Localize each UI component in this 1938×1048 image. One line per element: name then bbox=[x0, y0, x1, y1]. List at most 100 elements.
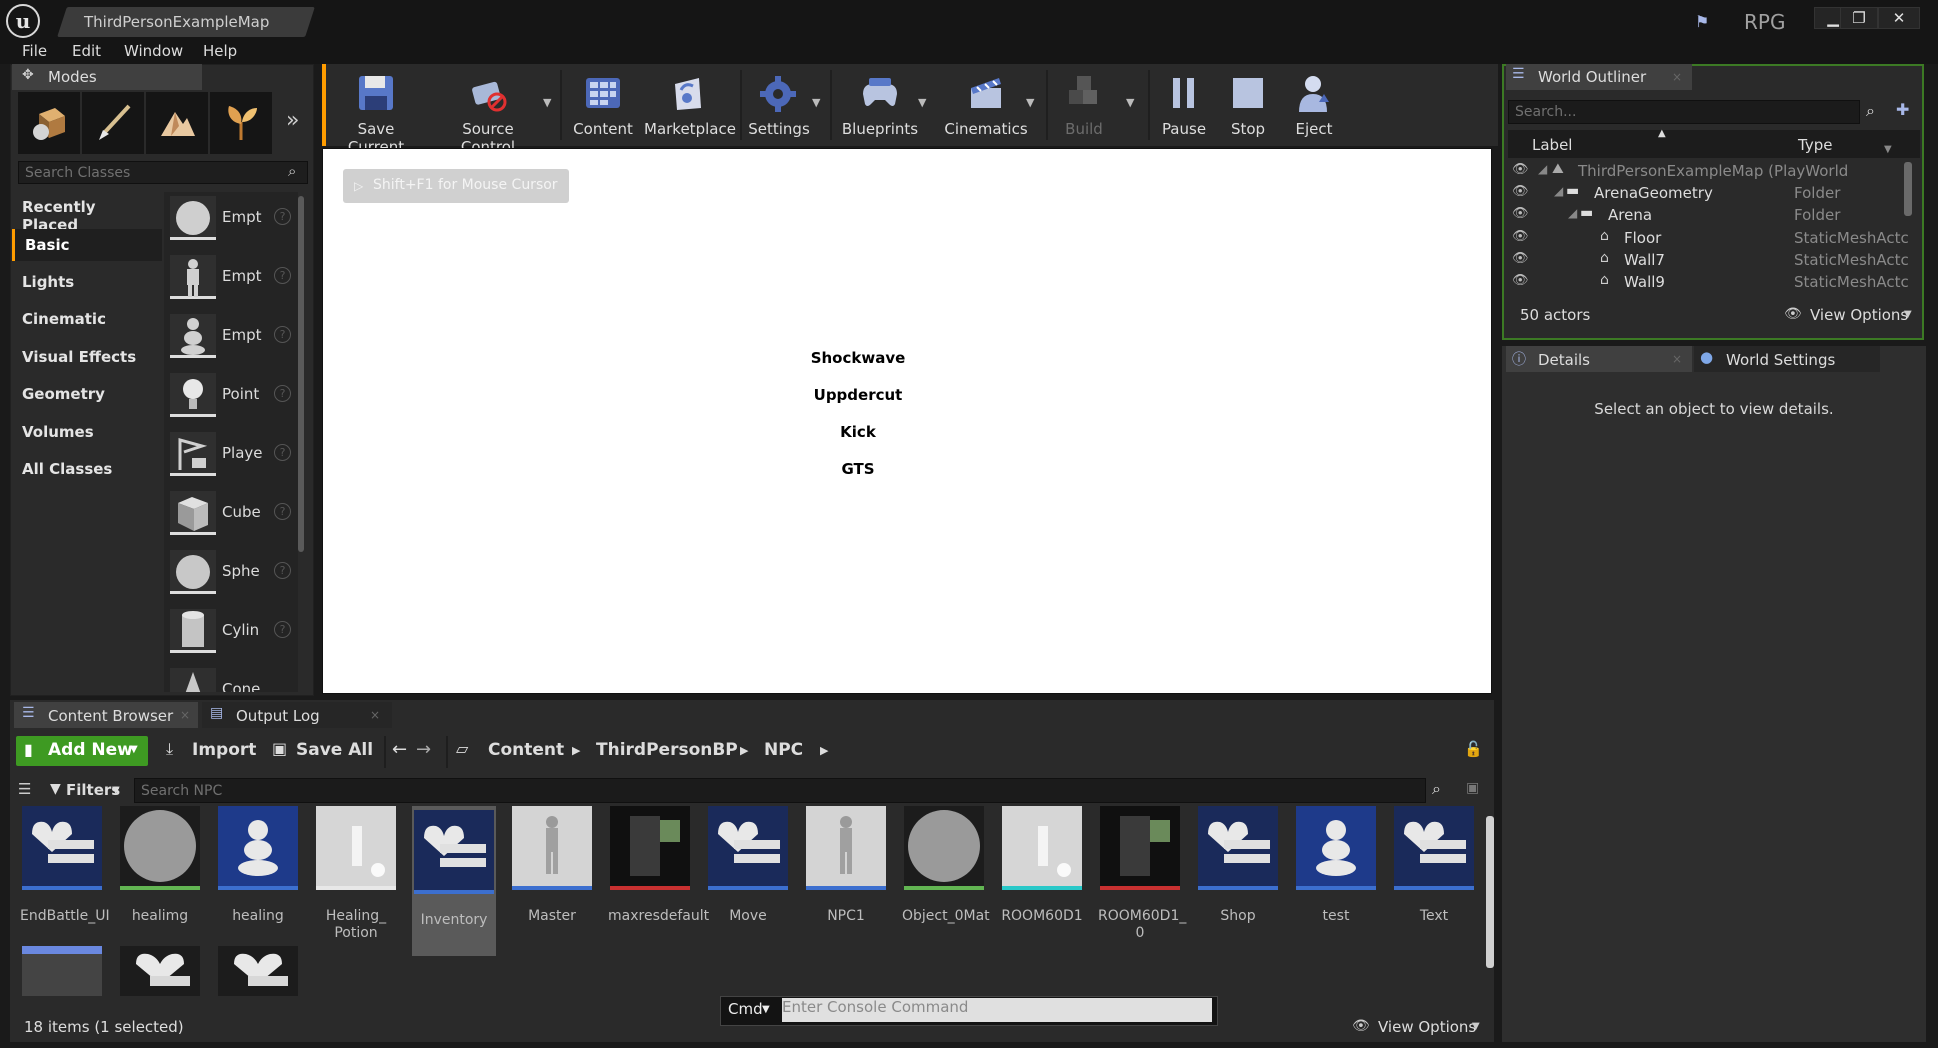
visibility-eye-icon[interactable]: 👁 bbox=[1512, 206, 1529, 221]
stop-button[interactable]: Stop bbox=[1220, 66, 1276, 146]
asset-tile[interactable]: maxresdefault bbox=[608, 806, 709, 956]
import-button[interactable]: Import bbox=[192, 740, 256, 760]
blueprints-dropdown-icon[interactable]: ▼ bbox=[918, 96, 926, 109]
marketplace-button[interactable]: Marketplace bbox=[644, 66, 736, 146]
category-recently-placed[interactable]: Recently Placed bbox=[12, 191, 162, 234]
close-tab-icon[interactable]: × bbox=[180, 708, 190, 722]
type-dropdown-icon[interactable]: ▼ bbox=[1884, 144, 1892, 155]
asset-empty-pawn[interactable]: Empt ? bbox=[170, 310, 292, 364]
asset-cone[interactable]: Cone bbox=[170, 664, 292, 692]
asset-tile[interactable]: Move bbox=[706, 806, 790, 956]
visibility-eye-icon[interactable]: 👁 bbox=[1512, 251, 1529, 266]
help-icon[interactable]: ? bbox=[274, 326, 291, 343]
help-icon[interactable]: ? bbox=[274, 621, 291, 638]
help-icon[interactable]: ? bbox=[274, 503, 291, 520]
visibility-eye-icon[interactable]: 👁 bbox=[1512, 229, 1529, 244]
asset-tile[interactable]: healing bbox=[216, 806, 300, 956]
visibility-eye-icon[interactable]: 👁 bbox=[1512, 273, 1529, 288]
outliner-view-options[interactable]: View Options bbox=[1810, 306, 1908, 324]
category-lights[interactable]: Lights bbox=[12, 266, 162, 298]
close-button[interactable]: ✕ bbox=[1878, 7, 1920, 29]
help-icon[interactable]: ? bbox=[274, 444, 291, 461]
breadcrumb-chevron-icon[interactable]: ▶ bbox=[572, 744, 580, 757]
close-tab-icon[interactable]: × bbox=[1672, 70, 1682, 84]
asset-point-light[interactable]: Point ? bbox=[170, 369, 292, 423]
visibility-eye-icon[interactable]: 👁 bbox=[1512, 184, 1529, 199]
save-current-button[interactable]: Save Current bbox=[330, 66, 422, 156]
cinematics-dropdown-icon[interactable]: ▼ bbox=[1026, 96, 1034, 109]
help-icon[interactable]: ? bbox=[274, 385, 291, 402]
menu-file[interactable]: File bbox=[22, 42, 47, 60]
outliner-row[interactable]: 👁 ◢ ▬ Arena Folder bbox=[1508, 204, 1916, 226]
breadcrumb-content[interactable]: Content bbox=[488, 740, 564, 760]
menu-option-uppdercut[interactable]: Uppdercut bbox=[760, 386, 956, 404]
asset-empty-character[interactable]: Empt ? bbox=[170, 251, 292, 305]
asset-tile[interactable]: ROOM60D1 bbox=[1000, 806, 1084, 956]
asset-tile[interactable]: test bbox=[1294, 806, 1378, 956]
outliner-row[interactable]: 👁 ⌂ Wall7 StaticMeshActc bbox=[1508, 249, 1916, 271]
menu-help[interactable]: Help bbox=[203, 42, 237, 60]
breadcrumb-chevron-icon[interactable]: ▶ bbox=[740, 744, 748, 757]
game-viewport[interactable] bbox=[322, 148, 1492, 694]
outliner-search-input[interactable]: Search... bbox=[1508, 100, 1860, 124]
visibility-eye-icon[interactable]: 👁 bbox=[1512, 162, 1529, 177]
outliner-row[interactable]: 👁 ◢ ⛰ ThirdPersonExampleMap (PlayWorld bbox=[1508, 160, 1916, 182]
details-tab[interactable] bbox=[1506, 346, 1692, 372]
mode-foliage[interactable] bbox=[210, 92, 272, 154]
restore-button[interactable]: ❐ bbox=[1840, 7, 1878, 29]
pause-button[interactable]: Pause bbox=[1154, 66, 1214, 146]
close-tab-icon[interactable]: × bbox=[370, 708, 380, 722]
cmd-dropdown[interactable]: Cmd bbox=[728, 1000, 763, 1018]
console-command-input[interactable]: Enter Console Command bbox=[782, 998, 1212, 1022]
cmd-dropdown-icon[interactable]: ▼ bbox=[762, 1004, 770, 1015]
asset-thumbnail[interactable] bbox=[120, 946, 200, 996]
content-scrollbar[interactable] bbox=[1486, 816, 1494, 968]
breadcrumb-npc[interactable]: NPC bbox=[764, 740, 803, 760]
asset-tile[interactable]: Inventory bbox=[412, 806, 496, 956]
menu-option-shockwave[interactable]: Shockwave bbox=[760, 349, 956, 367]
outliner-scrollbar[interactable] bbox=[1904, 162, 1912, 216]
asset-tile[interactable]: Healing_ Potion bbox=[314, 806, 398, 956]
asset-tile[interactable]: Object_0Mat bbox=[902, 806, 990, 956]
content-search-input[interactable]: Search NPC bbox=[134, 778, 1426, 803]
source-control-dropdown-icon[interactable]: ▼ bbox=[543, 96, 551, 109]
asset-sphere[interactable]: Sphe ? bbox=[170, 546, 292, 600]
content-button[interactable]: Content bbox=[566, 66, 640, 146]
modes-tab[interactable] bbox=[12, 64, 202, 90]
mode-paint[interactable] bbox=[82, 92, 144, 154]
category-all-classes[interactable]: All Classes bbox=[12, 453, 162, 485]
breadcrumb-thirdpersonbp[interactable]: ThirdPersonBP bbox=[596, 740, 738, 760]
settings-dropdown-icon[interactable]: ▼ bbox=[812, 96, 820, 109]
search-classes-input[interactable]: Search Classes bbox=[18, 161, 308, 184]
asset-tile[interactable]: Shop bbox=[1196, 806, 1280, 956]
asset-thumbnail[interactable] bbox=[218, 946, 298, 996]
view-options-dropdown-icon[interactable]: ▼ bbox=[1904, 309, 1912, 320]
help-icon[interactable]: ? bbox=[274, 562, 291, 579]
asset-tile[interactable]: Master bbox=[510, 806, 594, 956]
asset-tile[interactable]: Text bbox=[1392, 806, 1476, 956]
view-options-dropdown-icon[interactable]: ▼ bbox=[1472, 1021, 1480, 1032]
mode-landscape[interactable] bbox=[146, 92, 208, 154]
menu-option-gts[interactable]: GTS bbox=[760, 460, 956, 478]
mode-place[interactable] bbox=[18, 92, 80, 154]
help-icon[interactable]: ? bbox=[274, 267, 291, 284]
build-button[interactable]: Build bbox=[1054, 66, 1114, 146]
asset-player-start[interactable]: Playe ? bbox=[170, 428, 292, 482]
close-tab-icon[interactable]: × bbox=[1672, 352, 1682, 366]
category-geometry[interactable]: Geometry bbox=[12, 378, 162, 410]
expand-arrow-icon[interactable]: ◢ bbox=[1554, 184, 1563, 198]
outliner-row[interactable]: 👁 ◢ ▬ ArenaGeometry Folder bbox=[1508, 182, 1916, 204]
build-dropdown-icon[interactable]: ▼ bbox=[1126, 96, 1134, 109]
content-view-options[interactable]: View Options bbox=[1378, 1018, 1476, 1036]
category-visual-effects[interactable]: Visual Effects bbox=[12, 341, 162, 373]
category-volumes[interactable]: Volumes bbox=[12, 416, 162, 448]
settings-button[interactable]: Settings bbox=[746, 66, 812, 146]
source-control-button[interactable]: Source Control bbox=[434, 66, 542, 156]
asset-tile[interactable]: EndBattle_UI bbox=[20, 806, 110, 956]
outliner-row[interactable]: 👁 ⌂ Wall9 StaticMeshActc bbox=[1508, 271, 1916, 293]
eject-button[interactable]: Eject bbox=[1284, 66, 1344, 146]
add-folder-icon[interactable]: ✚ bbox=[1896, 100, 1909, 119]
asset-tile[interactable]: NPC1 bbox=[804, 806, 888, 956]
forward-arrow-icon[interactable]: → bbox=[416, 739, 431, 760]
modes-scrollbar[interactable] bbox=[298, 196, 304, 552]
